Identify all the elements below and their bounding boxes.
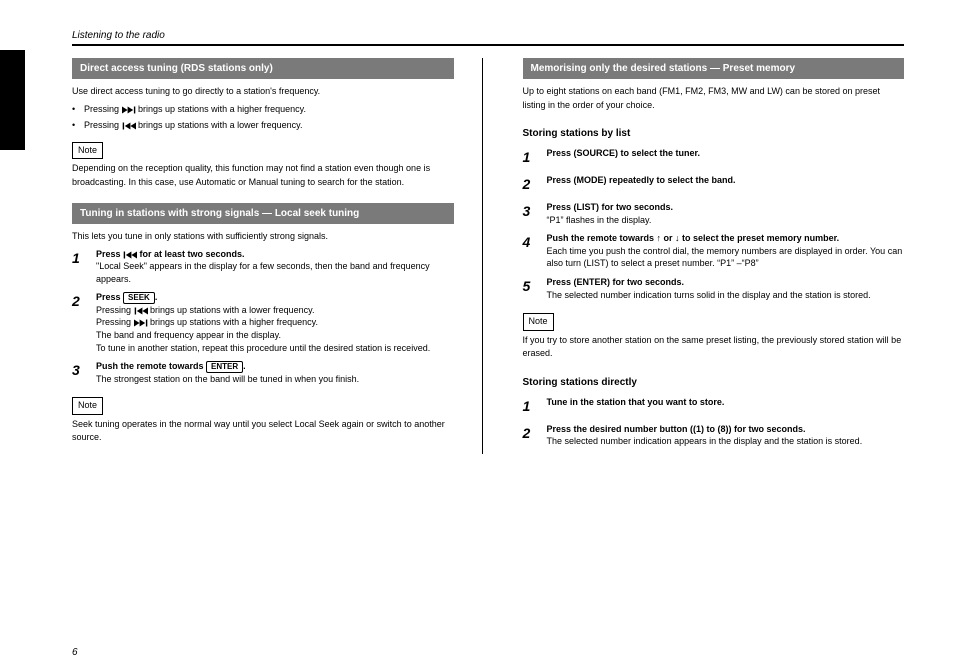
step-number: 5 <box>523 276 547 297</box>
step-title: Press (ENTER) for two seconds. <box>547 276 905 289</box>
step-title: Push the remote towards ENTER. <box>96 360 454 373</box>
step-desc: Pressing brings up stations with a highe… <box>96 316 454 329</box>
step-title: Tune in the station that you want to sto… <box>547 396 905 409</box>
note-text: Seek tuning operates in the normal way u… <box>72 418 454 445</box>
subsection-title: Storing stations by list <box>523 126 905 141</box>
seek-button-icon: SEEK <box>123 292 155 304</box>
step-title: Press (LIST) for two seconds. <box>547 201 905 214</box>
content-columns: Direct access tuning (RDS stations only)… <box>72 58 904 454</box>
step-title: Press (MODE) repeatedly to select the ba… <box>547 174 905 187</box>
step-title: Press for at least two seconds. <box>96 248 454 261</box>
next-track-icon <box>134 319 148 327</box>
step-desc: The selected number indication turns sol… <box>547 289 905 302</box>
section-body: Use direct access tuning to go directly … <box>72 85 454 189</box>
right-column: Memorising only the desired stations — P… <box>523 58 905 454</box>
enter-button-icon: ENTER <box>206 361 243 373</box>
next-track-icon <box>122 106 136 114</box>
note-label: Note <box>72 397 103 415</box>
prev-track-icon <box>122 122 136 130</box>
step-number: 4 <box>523 232 547 253</box>
step-desc: To tune in another station, repeat this … <box>96 342 454 355</box>
side-tab <box>0 50 25 150</box>
bullet-text: Pressing brings up stations with a lower… <box>84 119 454 133</box>
subsection-title: Storing stations directly <box>523 375 905 390</box>
step-title: Press SEEK. <box>96 291 454 304</box>
section-body: This lets you tune in only stations with… <box>72 230 454 445</box>
step-desc: “P1” flashes in the display. <box>547 214 905 227</box>
note-text: If you try to store another station on t… <box>523 334 905 361</box>
step-title: Press the desired number button ((1) to … <box>547 423 905 436</box>
step-number: 1 <box>523 396 547 417</box>
step-number: 2 <box>523 423 547 444</box>
step-desc: "Local Seek" appears in the display for … <box>96 260 454 285</box>
intro-text: This lets you tune in only stations with… <box>72 230 454 244</box>
step-number: 1 <box>523 147 547 168</box>
prev-track-icon <box>134 307 148 315</box>
prev-track-icon <box>123 251 137 259</box>
page-number: 6 <box>72 647 78 658</box>
bullet-icon <box>72 103 84 117</box>
step-number: 2 <box>523 174 547 195</box>
step-desc: The band and frequency appear in the dis… <box>96 329 454 342</box>
step-desc: Each time you push the control dial, the… <box>547 245 905 270</box>
step-title: Press (SOURCE) to select the tuner. <box>547 147 905 160</box>
note-label: Note <box>72 142 103 160</box>
note-text: Depending on the reception quality, this… <box>72 162 454 189</box>
section-bar-direct-access: Direct access tuning (RDS stations only) <box>72 58 454 79</box>
section-bar-local-seek: Tuning in stations with strong signals —… <box>72 203 454 224</box>
step-number: 2 <box>72 291 96 312</box>
step-number: 1 <box>72 248 96 269</box>
step-desc: Pressing brings up stations with a lower… <box>96 304 454 317</box>
intro-text: Use direct access tuning to go directly … <box>72 85 454 99</box>
intro-text: Up to eight stations on each band (FM1, … <box>523 85 905 112</box>
page-header: Listening to the radio <box>72 30 904 41</box>
bullet-icon <box>72 119 84 133</box>
section-bar-preset-memory: Memorising only the desired stations — P… <box>523 58 905 79</box>
section-body: Up to eight stations on each band (FM1, … <box>523 85 905 448</box>
header-rule <box>72 44 904 46</box>
left-column: Direct access tuning (RDS stations only)… <box>72 58 483 454</box>
bullet-text: Pressing brings up stations with a highe… <box>84 103 454 117</box>
step-number: 3 <box>72 360 96 381</box>
step-desc: The selected number indication appears i… <box>547 435 905 448</box>
step-number: 3 <box>523 201 547 222</box>
step-title: Push the remote towards ↑ or ↓ to select… <box>547 232 905 245</box>
step-desc: The strongest station on the band will b… <box>96 373 454 386</box>
note-label: Note <box>523 313 554 331</box>
